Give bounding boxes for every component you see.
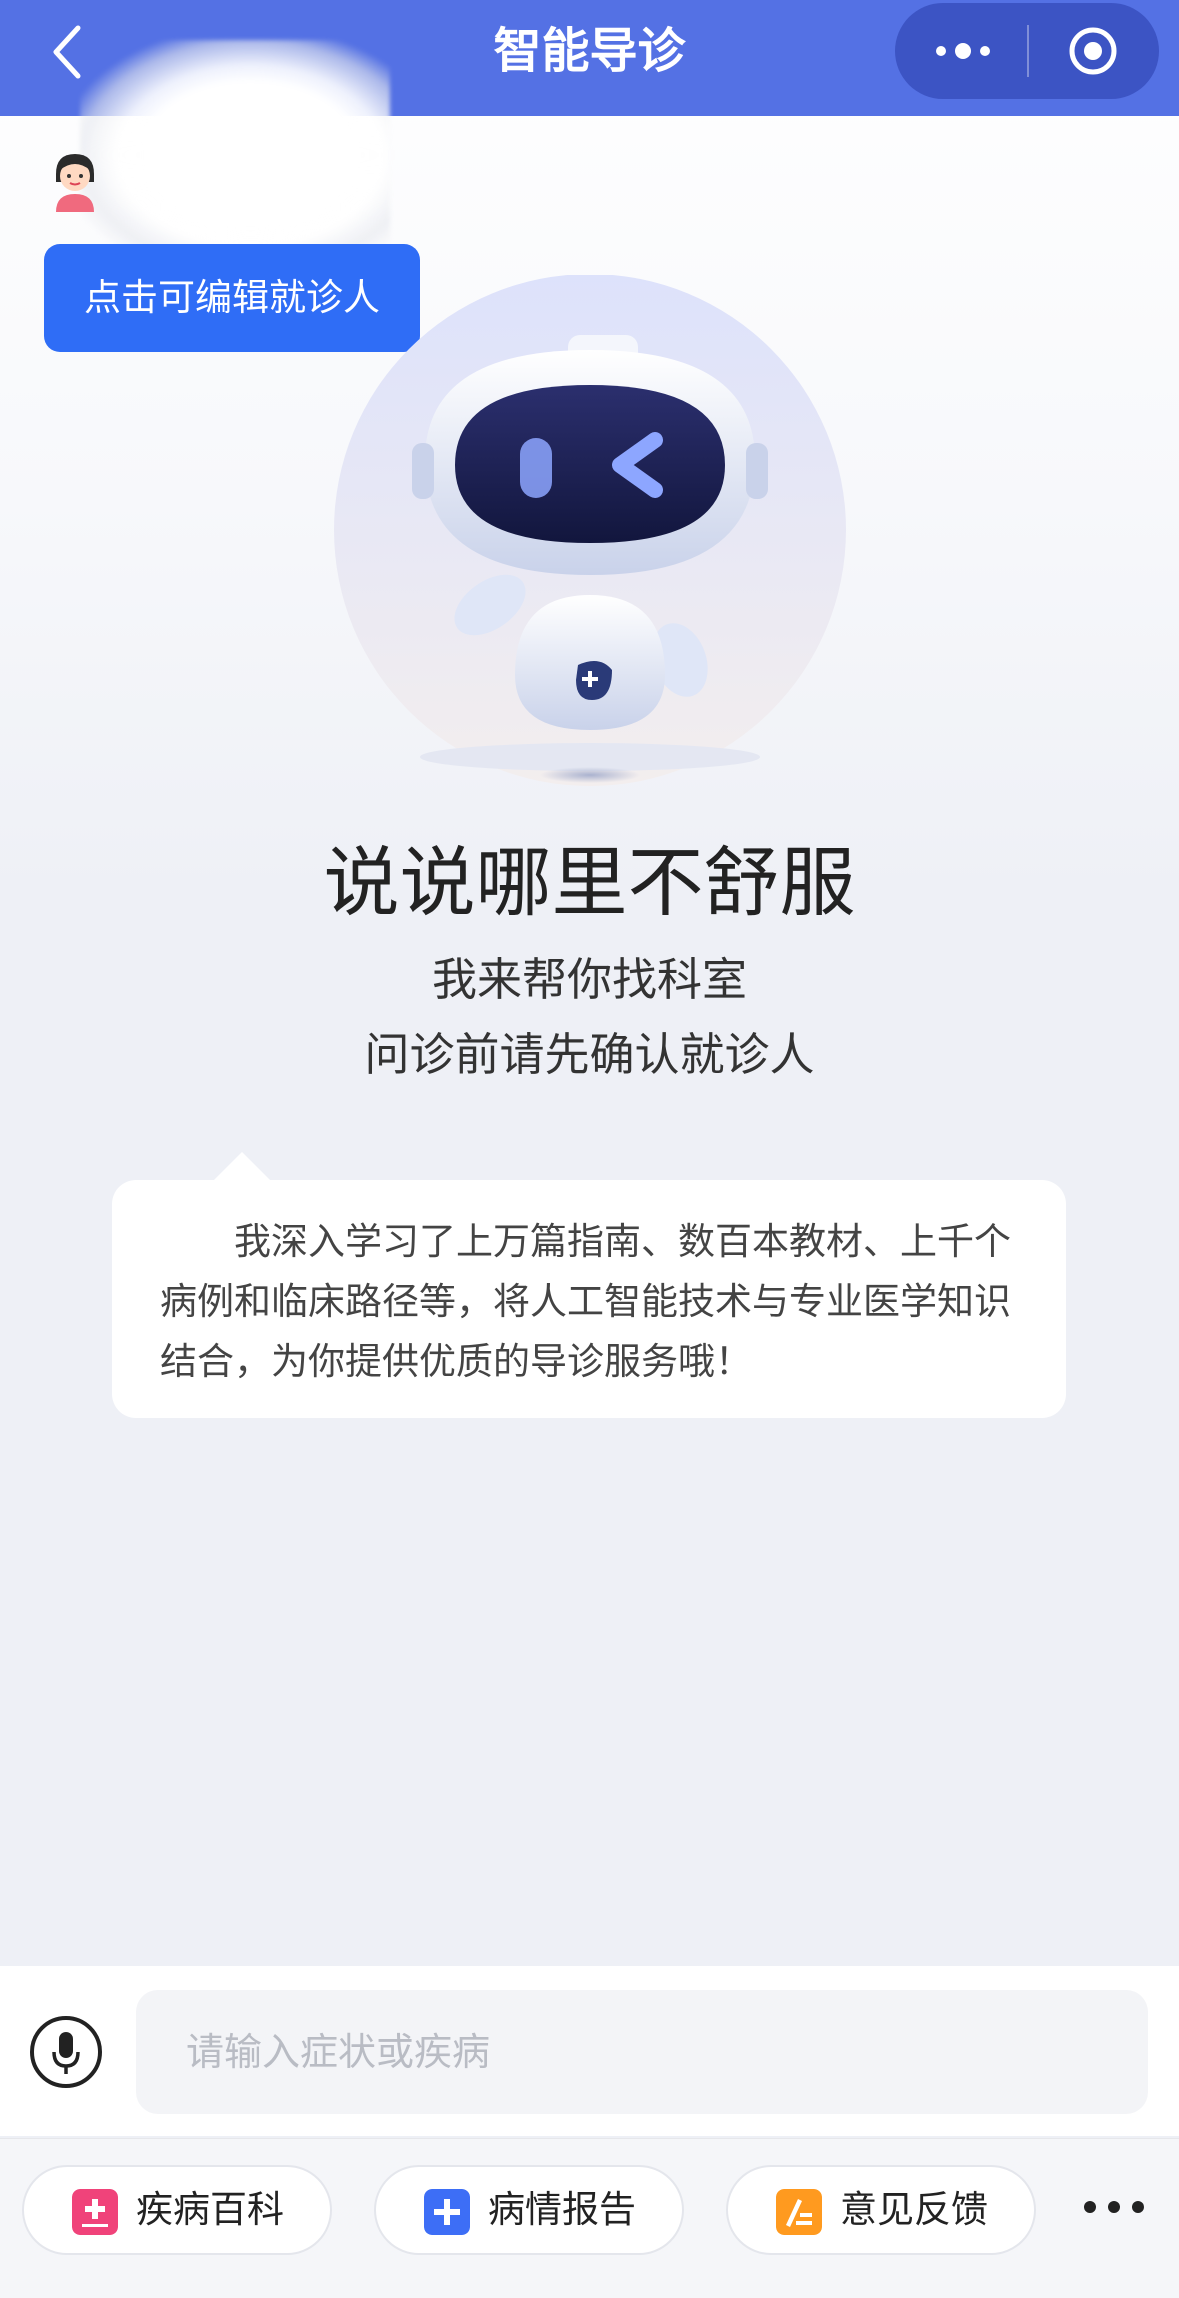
more-options-icon[interactable] — [1082, 2195, 1146, 2219]
page: 智能导诊 点击可编辑就诊人 说说哪里不舒服 我来帮你找科室 问诊前请先确认就诊人… — [0, 0, 1179, 2298]
report-plus-icon — [424, 2189, 470, 2235]
mini-program-capsule — [895, 3, 1159, 99]
hero-hint: 问诊前请先确认就诊人 — [364, 1028, 815, 1081]
feedback-button[interactable]: 意见反馈 — [726, 2165, 1036, 2255]
avatar[interactable] — [50, 152, 100, 212]
hero-subtitle: 我来帮你找科室 — [431, 953, 747, 1006]
chip-label: 病情报告 — [488, 2188, 636, 2231]
close-target-icon[interactable] — [1067, 25, 1119, 77]
bottom-toolbar: 疾病百科 病情报告 意见反馈 — [0, 2138, 1179, 2298]
feedback-icon — [776, 2189, 822, 2235]
microphone-icon — [52, 2032, 80, 2074]
input-area — [0, 1966, 1179, 2136]
bubble-tail — [214, 1152, 270, 1180]
symptom-input[interactable] — [136, 1990, 1148, 2114]
voice-button[interactable] — [30, 2016, 102, 2088]
chip-label: 意见反馈 — [840, 2188, 988, 2231]
encyclopedia-icon — [72, 2189, 118, 2235]
disease-encyclopedia-button[interactable]: 疾病百科 — [22, 2165, 332, 2255]
robot-illustration — [330, 274, 850, 795]
redacted-scribble — [80, 40, 390, 270]
intro-bubble: 我深入学习了上万篇指南、数百本教材、上千个病例和临床路径等，将人工智能技术与专业… — [112, 1180, 1066, 1418]
chip-label: 疾病百科 — [136, 2188, 284, 2231]
condition-report-button[interactable]: 病情报告 — [374, 2165, 684, 2255]
capsule-divider — [1027, 25, 1029, 77]
hero-headline: 说说哪里不舒服 — [323, 838, 856, 927]
more-dots-icon[interactable] — [933, 39, 993, 63]
